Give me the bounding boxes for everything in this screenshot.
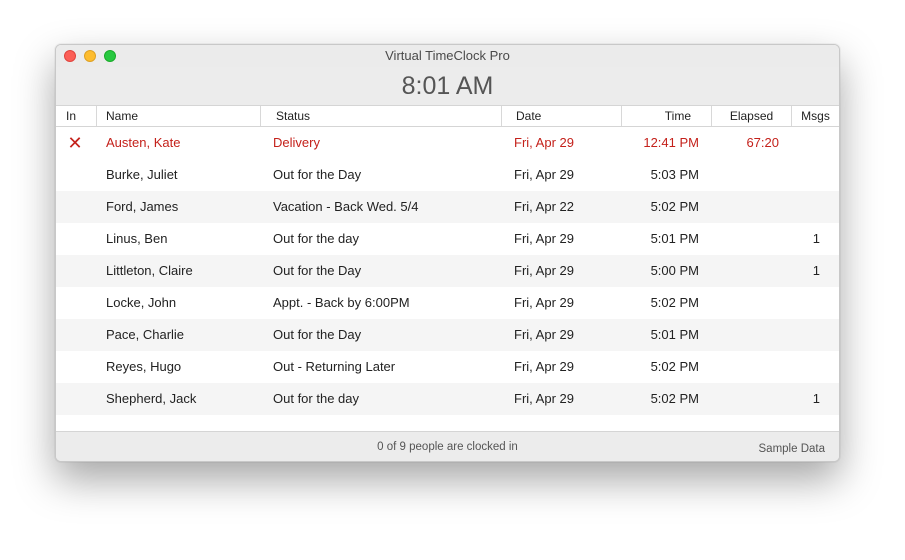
entry-date: Fri, Apr 22 [514, 199, 574, 214]
close-window-button[interactable] [64, 50, 76, 62]
column-header-elapsed[interactable]: Elapsed [712, 106, 792, 126]
app-window: Virtual TimeClock Pro 8:01 AM In Name St… [55, 44, 840, 462]
column-header-name[interactable]: Name [97, 106, 261, 126]
table-row[interactable]: Shepherd, Jack Out for the day Fri, Apr … [56, 383, 839, 415]
clocked-in-indicator[interactable] [64, 159, 86, 191]
table-row[interactable]: Reyes, Hugo Out - Returning Later Fri, A… [56, 351, 839, 383]
message-count [796, 159, 820, 191]
elapsed-time: 67:20 [746, 135, 779, 150]
entry-date: Fri, Apr 29 [514, 295, 574, 310]
employee-table: ✕ Austen, Kate Delivery Fri, Apr 29 12:4… [56, 127, 839, 415]
column-header-status[interactable]: Status [261, 106, 502, 126]
message-count: 1 [812, 391, 820, 406]
employee-name: Locke, John [106, 295, 177, 310]
employee-name: Austen, Kate [106, 135, 181, 150]
elapsed-time [711, 223, 779, 255]
message-count [796, 319, 820, 351]
employee-status: Delivery [273, 135, 320, 150]
column-header-msgs[interactable]: Msgs [792, 106, 839, 126]
entry-date: Fri, Apr 29 [514, 263, 574, 278]
clocked-in-summary: 0 of 9 people are clocked in [377, 441, 518, 453]
entry-time: 5:02 PM [650, 359, 699, 374]
entry-date: Fri, Apr 29 [514, 135, 574, 150]
message-count [796, 191, 820, 223]
minimize-window-button[interactable] [84, 50, 96, 62]
employee-status: Vacation - Back Wed. 5/4 [273, 199, 419, 214]
message-count [796, 351, 820, 383]
clocked-in-indicator[interactable] [64, 191, 86, 223]
entry-date: Fri, Apr 29 [514, 391, 574, 406]
employee-name: Ford, James [106, 199, 179, 214]
table-row[interactable]: Locke, John Appt. - Back by 6:00PM Fri, … [56, 287, 839, 319]
table-row[interactable]: Linus, Ben Out for the day Fri, Apr 29 5… [56, 223, 839, 255]
clocked-in-indicator[interactable] [64, 255, 86, 287]
elapsed-time [711, 159, 779, 191]
elapsed-time [711, 287, 779, 319]
elapsed-time [711, 351, 779, 383]
table-row[interactable]: ✕ Austen, Kate Delivery Fri, Apr 29 12:4… [56, 127, 839, 159]
employee-name: Burke, Juliet [106, 167, 178, 182]
employee-status: Out for the Day [273, 167, 362, 182]
entry-time: 12:41 PM [643, 135, 699, 150]
message-count: 1 [812, 231, 820, 246]
employee-status: Out - Returning Later [273, 359, 396, 374]
title-bar[interactable]: Virtual TimeClock Pro [56, 45, 839, 67]
clocked-in-indicator[interactable] [64, 383, 86, 415]
elapsed-time [711, 191, 779, 223]
table-row[interactable]: Ford, James Vacation - Back Wed. 5/4 Fri… [56, 191, 839, 223]
column-header-date[interactable]: Date [502, 106, 622, 126]
employee-name: Littleton, Claire [106, 263, 193, 278]
employee-name: Reyes, Hugo [106, 359, 182, 374]
table-row[interactable]: Pace, Charlie Out for the Day Fri, Apr 2… [56, 319, 839, 351]
clocked-in-indicator[interactable] [64, 287, 86, 319]
entry-time: 5:01 PM [650, 231, 699, 246]
current-time-display: 8:01 AM [56, 67, 839, 106]
window-title: Virtual TimeClock Pro [385, 48, 510, 63]
entry-date: Fri, Apr 29 [514, 231, 574, 246]
elapsed-time [711, 319, 779, 351]
data-source-label: Sample Data [758, 443, 825, 455]
elapsed-time [711, 255, 779, 287]
entry-time: 5:03 PM [650, 167, 699, 182]
table-row[interactable]: Littleton, Claire Out for the Day Fri, A… [56, 255, 839, 287]
table-row[interactable]: Burke, Juliet Out for the Day Fri, Apr 2… [56, 159, 839, 191]
elapsed-time [711, 383, 779, 415]
employee-name: Linus, Ben [106, 231, 168, 246]
column-header-time[interactable]: Time [622, 106, 712, 126]
entry-time: 5:02 PM [650, 199, 699, 214]
column-header-in[interactable]: In [56, 106, 97, 126]
entry-time: 5:01 PM [650, 327, 699, 342]
clocked-in-x-icon[interactable]: ✕ [64, 127, 86, 159]
clocked-in-indicator[interactable] [64, 223, 86, 255]
clocked-in-indicator[interactable] [64, 319, 86, 351]
entry-time: 5:02 PM [650, 391, 699, 406]
employee-name: Shepherd, Jack [106, 391, 197, 406]
employee-status: Out for the Day [273, 327, 362, 342]
message-count [796, 287, 820, 319]
entry-date: Fri, Apr 29 [514, 327, 574, 342]
message-count [796, 127, 820, 159]
status-bar: 0 of 9 people are clocked in Sample Data [56, 431, 839, 461]
employee-name: Pace, Charlie [106, 327, 185, 342]
entry-date: Fri, Apr 29 [514, 167, 574, 182]
entry-date: Fri, Apr 29 [514, 359, 574, 374]
table-header: In Name Status Date Time Elapsed Msgs [56, 106, 839, 127]
employee-status: Out for the Day [273, 263, 362, 278]
entry-time: 5:00 PM [650, 263, 699, 278]
employee-status: Out for the day [273, 391, 359, 406]
zoom-window-button[interactable] [104, 50, 116, 62]
clocked-in-indicator[interactable] [64, 351, 86, 383]
employee-status: Appt. - Back by 6:00PM [273, 295, 410, 310]
employee-status: Out for the day [273, 231, 359, 246]
message-count: 1 [812, 263, 820, 278]
entry-time: 5:02 PM [650, 295, 699, 310]
